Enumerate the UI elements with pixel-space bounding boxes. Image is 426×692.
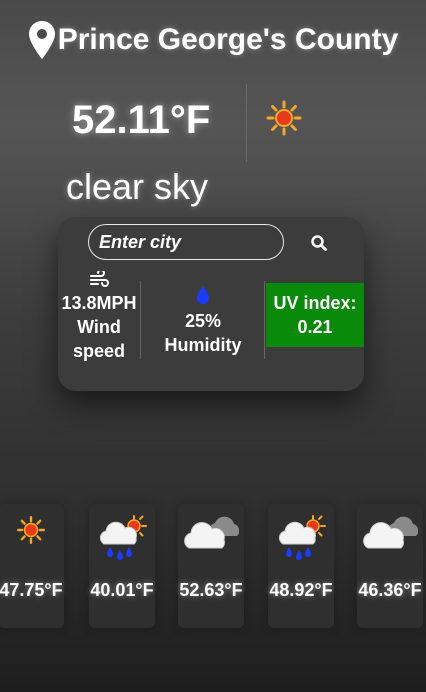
forecast-card: 48.92°F (268, 504, 334, 628)
humidity-stat: 25% Humidity (142, 271, 264, 357)
forecast-card: 40.01°F (89, 504, 155, 628)
forecast-card: 47.75°F (0, 504, 64, 628)
forecast-temp: 52.63°F (179, 580, 243, 600)
clear-sky-icon (17, 516, 45, 545)
rain-sun-cloud-icon (99, 515, 147, 560)
cloudy-icon (184, 516, 239, 549)
forecast-card: 46.36°F (357, 504, 423, 628)
clear-sky-icon (266, 100, 302, 136)
water-drop-icon (197, 286, 209, 304)
humidity-value: 25% (184, 311, 222, 331)
forecast-card: 52.63°F (178, 504, 244, 628)
wind-speed-label-2: speed (72, 341, 126, 361)
wind-icon (90, 271, 109, 287)
header: Prince George's County (0, 16, 426, 64)
forecast-temp: 40.01°F (90, 580, 154, 600)
humidity-label: Humidity (164, 335, 242, 355)
rain-sun-cloud-icon (278, 515, 326, 560)
map-pin-icon (28, 21, 55, 59)
divider (246, 84, 247, 162)
wind-stat: 13.8MPH Wind speed (58, 271, 140, 363)
divider (264, 281, 265, 359)
divider (140, 281, 141, 359)
uv-index-value: 0.21 (297, 317, 333, 337)
forecast-temp: 47.75°F (0, 580, 63, 600)
cloudy-icon (363, 516, 418, 549)
current-temperature: 52.11°F (72, 98, 211, 142)
weather-description: clear sky (66, 166, 209, 207)
wind-speed-label-1: Wind (77, 317, 121, 337)
uv-index-label: UV index: (273, 293, 357, 313)
search-icon[interactable] (310, 234, 328, 252)
uv-index-badge: UV index: 0.21 (266, 283, 364, 347)
forecast-temp: 48.92°F (269, 580, 333, 600)
forecast-strip: 47.75°F 40.01°F 52.63°F 48.92°F 46.36°F (0, 504, 426, 628)
forecast-temp: 46.36°F (358, 580, 422, 600)
city-name: Prince George's County (57, 23, 399, 56)
details-card: 13.8MPH Wind speed 25% Humidity UV index… (58, 217, 364, 391)
city-search-input[interactable] (88, 224, 284, 260)
wind-speed-value: 13.8MPH (61, 293, 137, 313)
